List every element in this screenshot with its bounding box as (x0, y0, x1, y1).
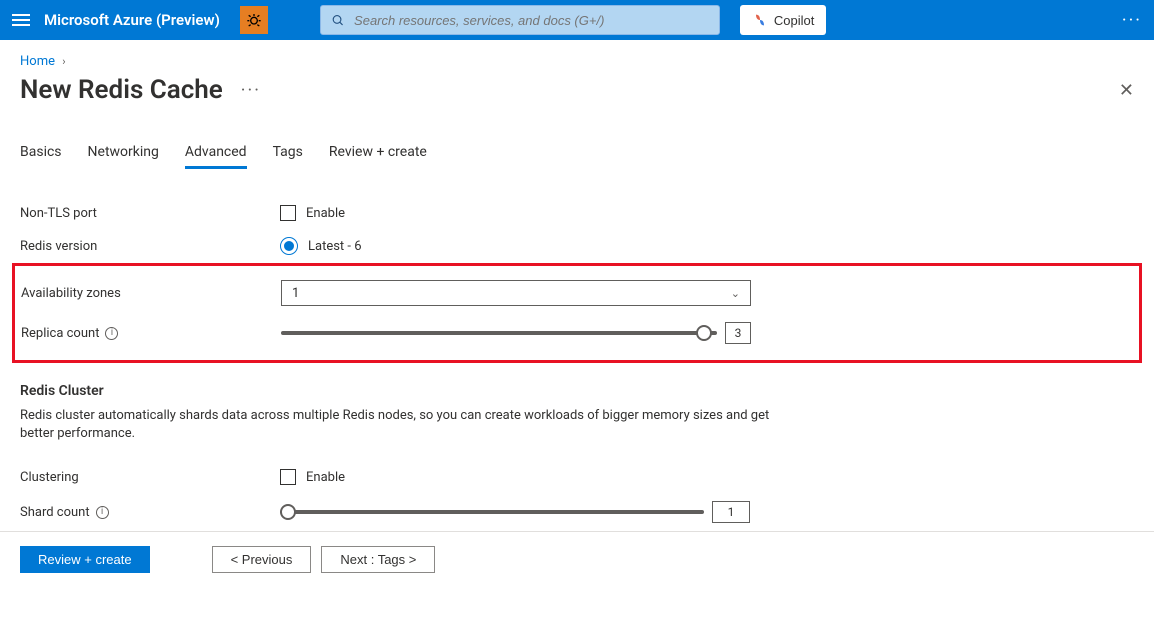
tab-advanced[interactable]: Advanced (185, 144, 247, 169)
info-icon[interactable]: i (105, 327, 118, 340)
more-icon[interactable]: ··· (1122, 10, 1142, 31)
highlighted-settings: Availability zones 1 ⌄ Replica count i (12, 263, 1142, 363)
row-redis-version: Redis version Latest - 6 (20, 229, 1134, 263)
replica-count-value[interactable]: 3 (725, 322, 751, 344)
availability-zones-select[interactable]: 1 ⌄ (281, 280, 751, 306)
tab-tags[interactable]: Tags (273, 144, 303, 169)
footer: Review + create < Previous Next : Tags > (0, 531, 1154, 587)
search-box[interactable] (320, 5, 720, 35)
top-bar: Microsoft Azure (Preview) Copilot ··· (0, 0, 1154, 40)
copilot-label: Copilot (774, 13, 814, 28)
row-clustering: Clustering Enable (20, 461, 1134, 493)
previous-button[interactable]: < Previous (212, 546, 312, 573)
shard-slider-thumb[interactable] (280, 504, 296, 520)
replica-count-slider[interactable] (281, 331, 717, 335)
content-scroll[interactable]: Basics Networking Advanced Tags Review +… (0, 115, 1154, 531)
page-title: New Redis Cache (20, 75, 223, 105)
tab-networking[interactable]: Networking (88, 144, 159, 169)
breadcrumb-home[interactable]: Home (20, 54, 55, 69)
copilot-button[interactable]: Copilot (740, 5, 826, 35)
tabs: Basics Networking Advanced Tags Review +… (20, 144, 1134, 169)
row-shard-count: Shard count i 1 (20, 493, 1134, 531)
shard-count-label: Shard count (20, 505, 90, 520)
title-row: New Redis Cache ··· ✕ (0, 75, 1154, 115)
chevron-down-icon: ⌄ (731, 287, 740, 300)
enable-label-1: Enable (306, 206, 345, 221)
clustering-label: Clustering (20, 470, 280, 485)
shard-count-value[interactable]: 1 (712, 501, 750, 523)
tab-review[interactable]: Review + create (329, 144, 427, 169)
next-button[interactable]: Next : Tags > (321, 546, 435, 573)
close-icon[interactable]: ✕ (1119, 80, 1134, 101)
cluster-description: Redis cluster automatically shards data … (20, 407, 780, 443)
availability-zones-value: 1 (292, 286, 299, 301)
redis-version-label: Redis version (20, 239, 280, 254)
search-icon (331, 13, 344, 27)
redis-version-radio[interactable] (280, 237, 298, 255)
info-icon-2[interactable]: i (96, 506, 109, 519)
menu-icon[interactable] (12, 11, 30, 29)
tab-basics[interactable]: Basics (20, 144, 62, 169)
non-tls-port-label: Non-TLS port (20, 206, 280, 221)
chevron-right-icon: › (62, 55, 65, 68)
clustering-checkbox[interactable] (280, 469, 296, 485)
brand-label: Microsoft Azure (Preview) (44, 11, 220, 29)
non-tls-port-checkbox[interactable] (280, 205, 296, 221)
breadcrumb: Home › (0, 40, 1154, 75)
replica-slider-thumb[interactable] (696, 325, 712, 341)
page-more-icon[interactable]: ··· (241, 80, 261, 101)
availability-zones-label: Availability zones (21, 286, 281, 301)
row-replica-count: Replica count i 3 (21, 314, 1133, 352)
enable-label-2: Enable (306, 470, 345, 485)
copilot-icon (752, 12, 768, 28)
row-non-tls-port: Non-TLS port Enable (20, 197, 1134, 229)
shard-count-slider[interactable] (280, 510, 704, 514)
redis-version-value: Latest - 6 (308, 239, 362, 254)
search-input[interactable] (352, 12, 709, 29)
row-availability-zones: Availability zones 1 ⌄ (21, 272, 1133, 314)
bug-icon[interactable] (240, 6, 268, 34)
cluster-heading: Redis Cluster (20, 383, 1134, 399)
review-create-button[interactable]: Review + create (20, 546, 150, 573)
replica-count-label: Replica count (21, 326, 99, 341)
